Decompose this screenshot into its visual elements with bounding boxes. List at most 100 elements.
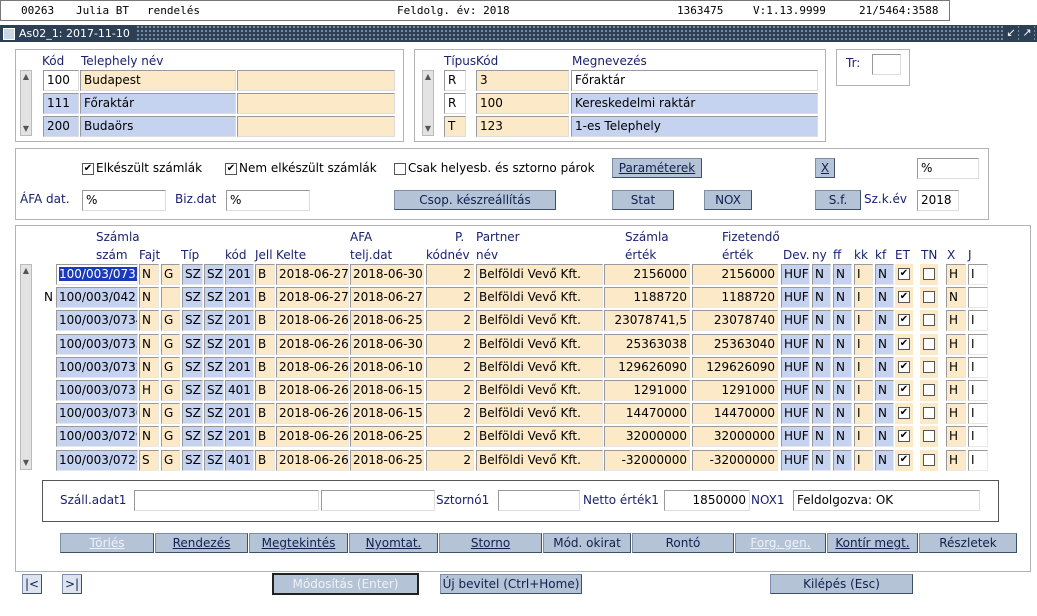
cell-amount[interactable]: 1188720 bbox=[604, 287, 690, 308]
cell-type[interactable]: SZ bbox=[182, 380, 203, 401]
cell-amount[interactable]: -32000000 bbox=[604, 450, 690, 471]
cell-payable[interactable]: 129626090 bbox=[692, 357, 778, 378]
type-code-2[interactable]: R bbox=[444, 93, 466, 114]
cell-code[interactable]: 201 bbox=[225, 357, 254, 378]
print-button[interactable]: Nyomtat. bbox=[349, 533, 438, 553]
delete-button[interactable]: Törlés bbox=[60, 533, 154, 553]
cell-character[interactable]: B bbox=[255, 334, 275, 355]
cell-payable[interactable]: 1188720 bbox=[692, 287, 778, 308]
cell-p-code[interactable]: 2 bbox=[426, 426, 474, 447]
cell-kk[interactable]: I bbox=[854, 426, 873, 447]
scroll-up-icon[interactable]: ▲ bbox=[423, 71, 433, 83]
cell-amount[interactable]: 14470000 bbox=[604, 403, 690, 424]
cell-invoice-number[interactable]: 100/003/0423 bbox=[56, 287, 138, 308]
cell-x[interactable]: H bbox=[946, 310, 966, 331]
cell-vat-date[interactable]: 2018-06-25 bbox=[350, 426, 424, 447]
cell-kind[interactable]: N bbox=[139, 426, 159, 447]
site-extra-1[interactable] bbox=[237, 70, 395, 91]
site-name-1[interactable]: Budapest bbox=[80, 70, 236, 91]
type-code-1[interactable]: R bbox=[444, 70, 466, 91]
parameters-button[interactable]: Paraméterek bbox=[612, 158, 702, 178]
cell-ff[interactable]: N bbox=[833, 357, 852, 378]
cell-g-flag[interactable]: G bbox=[161, 357, 180, 378]
site-name-3[interactable]: Budaörs bbox=[80, 116, 236, 137]
cell-p-code[interactable]: 2 bbox=[426, 310, 474, 331]
cell-x[interactable]: H bbox=[946, 450, 966, 471]
cell-code[interactable]: 401 bbox=[225, 380, 254, 401]
cell-kf[interactable]: N bbox=[875, 287, 894, 308]
cell-character[interactable]: B bbox=[255, 310, 275, 331]
delivery-data-field-2[interactable] bbox=[321, 490, 435, 511]
modify-button[interactable]: Módosítás (Enter) bbox=[272, 573, 419, 595]
cell-issue-date[interactable]: 2018-06-26 bbox=[276, 450, 349, 471]
cell-p-code[interactable]: 2 bbox=[426, 380, 474, 401]
cell-vat-date[interactable]: 2018-06-15 bbox=[350, 403, 424, 424]
cell-partner-name[interactable]: Belföldi Vevő Kft. bbox=[476, 357, 603, 378]
checkbox[interactable]: ✔ bbox=[898, 291, 910, 303]
cell-ny[interactable]: N bbox=[812, 357, 831, 378]
cell-amount[interactable]: 32000000 bbox=[604, 426, 690, 447]
cell-partner-name[interactable]: Belföldi Vevő Kft. bbox=[476, 287, 603, 308]
cell-type[interactable]: SZ bbox=[182, 450, 203, 471]
cell-type-2[interactable]: SZ bbox=[204, 426, 224, 447]
cell-et-checkbox[interactable]: ✔ bbox=[895, 334, 913, 355]
checkbox[interactable]: ✔ bbox=[898, 361, 910, 373]
cell-vat-date[interactable]: 2018-06-30 bbox=[350, 264, 424, 285]
window-title-bar[interactable]: As02_1: 2017-11-10 ↙ ↗ bbox=[0, 25, 1037, 42]
cell-code[interactable]: 201 bbox=[225, 310, 254, 331]
cell-issue-date[interactable]: 2018-06-27 bbox=[276, 264, 349, 285]
cell-partner-name[interactable]: Belföldi Vevő Kft. bbox=[476, 334, 603, 355]
cell-currency[interactable]: HUF bbox=[781, 403, 810, 424]
type-name-2[interactable]: Kereskedelmi raktár bbox=[571, 93, 818, 114]
cell-type[interactable]: SZ bbox=[182, 357, 203, 378]
cell-tn-checkbox[interactable] bbox=[920, 380, 938, 401]
cell-j[interactable]: I bbox=[968, 380, 988, 401]
cell-tn-checkbox[interactable] bbox=[920, 310, 938, 331]
cell-g-flag[interactable]: G bbox=[161, 310, 180, 331]
delivery-data-field[interactable] bbox=[134, 490, 319, 511]
cell-g-flag[interactable] bbox=[161, 287, 180, 308]
cell-kind[interactable]: N bbox=[139, 287, 159, 308]
storno-button[interactable]: Storno bbox=[439, 533, 542, 553]
cell-kind[interactable]: N bbox=[139, 403, 159, 424]
cell-vat-date[interactable]: 2018-06-25 bbox=[350, 310, 424, 331]
cell-payable[interactable]: 23078740 bbox=[692, 310, 778, 331]
cell-et-checkbox[interactable]: ✔ bbox=[895, 264, 913, 285]
checkbox[interactable] bbox=[923, 361, 935, 373]
cell-type[interactable]: SZ bbox=[182, 264, 203, 285]
cell-currency[interactable]: HUF bbox=[781, 380, 810, 401]
cell-et-checkbox[interactable]: ✔ bbox=[895, 357, 913, 378]
cell-ff[interactable]: N bbox=[833, 287, 852, 308]
group-finalize-button[interactable]: Csop. készreállítás bbox=[394, 190, 556, 210]
cell-p-code[interactable]: 2 bbox=[426, 334, 474, 355]
cell-payable[interactable]: 2156000 bbox=[692, 264, 778, 285]
cell-partner-name[interactable]: Belföldi Vevő Kft. bbox=[476, 403, 603, 424]
cell-kind[interactable]: N bbox=[139, 310, 159, 331]
cell-kf[interactable]: N bbox=[875, 357, 894, 378]
checkbox[interactable]: ✔ bbox=[898, 338, 910, 350]
cell-character[interactable]: B bbox=[255, 357, 275, 378]
cell-tn-checkbox[interactable] bbox=[920, 450, 938, 471]
cell-vat-date[interactable]: 2018-06-27 bbox=[350, 287, 424, 308]
biz-date-field[interactable]: % bbox=[226, 190, 310, 211]
details-button[interactable]: Részletek bbox=[919, 533, 1017, 553]
scroll-down-icon[interactable]: ▼ bbox=[423, 123, 433, 135]
site-code-2[interactable]: 111 bbox=[43, 93, 79, 114]
cell-kf[interactable]: N bbox=[875, 450, 894, 471]
cell-issue-date[interactable]: 2018-06-27 bbox=[276, 287, 349, 308]
cell-type-2[interactable]: SZ bbox=[204, 264, 224, 285]
cell-currency[interactable]: HUF bbox=[781, 334, 810, 355]
type-num-2[interactable]: 100 bbox=[476, 93, 569, 114]
cell-tn-checkbox[interactable] bbox=[920, 426, 938, 447]
cell-currency[interactable]: HUF bbox=[781, 264, 810, 285]
checkbox[interactable] bbox=[923, 430, 935, 442]
cell-x[interactable]: H bbox=[946, 357, 966, 378]
cell-ny[interactable]: N bbox=[812, 380, 831, 401]
cell-tn-checkbox[interactable] bbox=[920, 264, 938, 285]
cell-code[interactable]: 201 bbox=[225, 264, 254, 285]
percent-field[interactable]: % bbox=[917, 158, 979, 179]
checkbox[interactable]: ✔ bbox=[898, 314, 910, 326]
cell-kind[interactable]: N bbox=[139, 264, 159, 285]
checkbox[interactable] bbox=[923, 407, 935, 419]
cell-ff[interactable]: N bbox=[833, 426, 852, 447]
